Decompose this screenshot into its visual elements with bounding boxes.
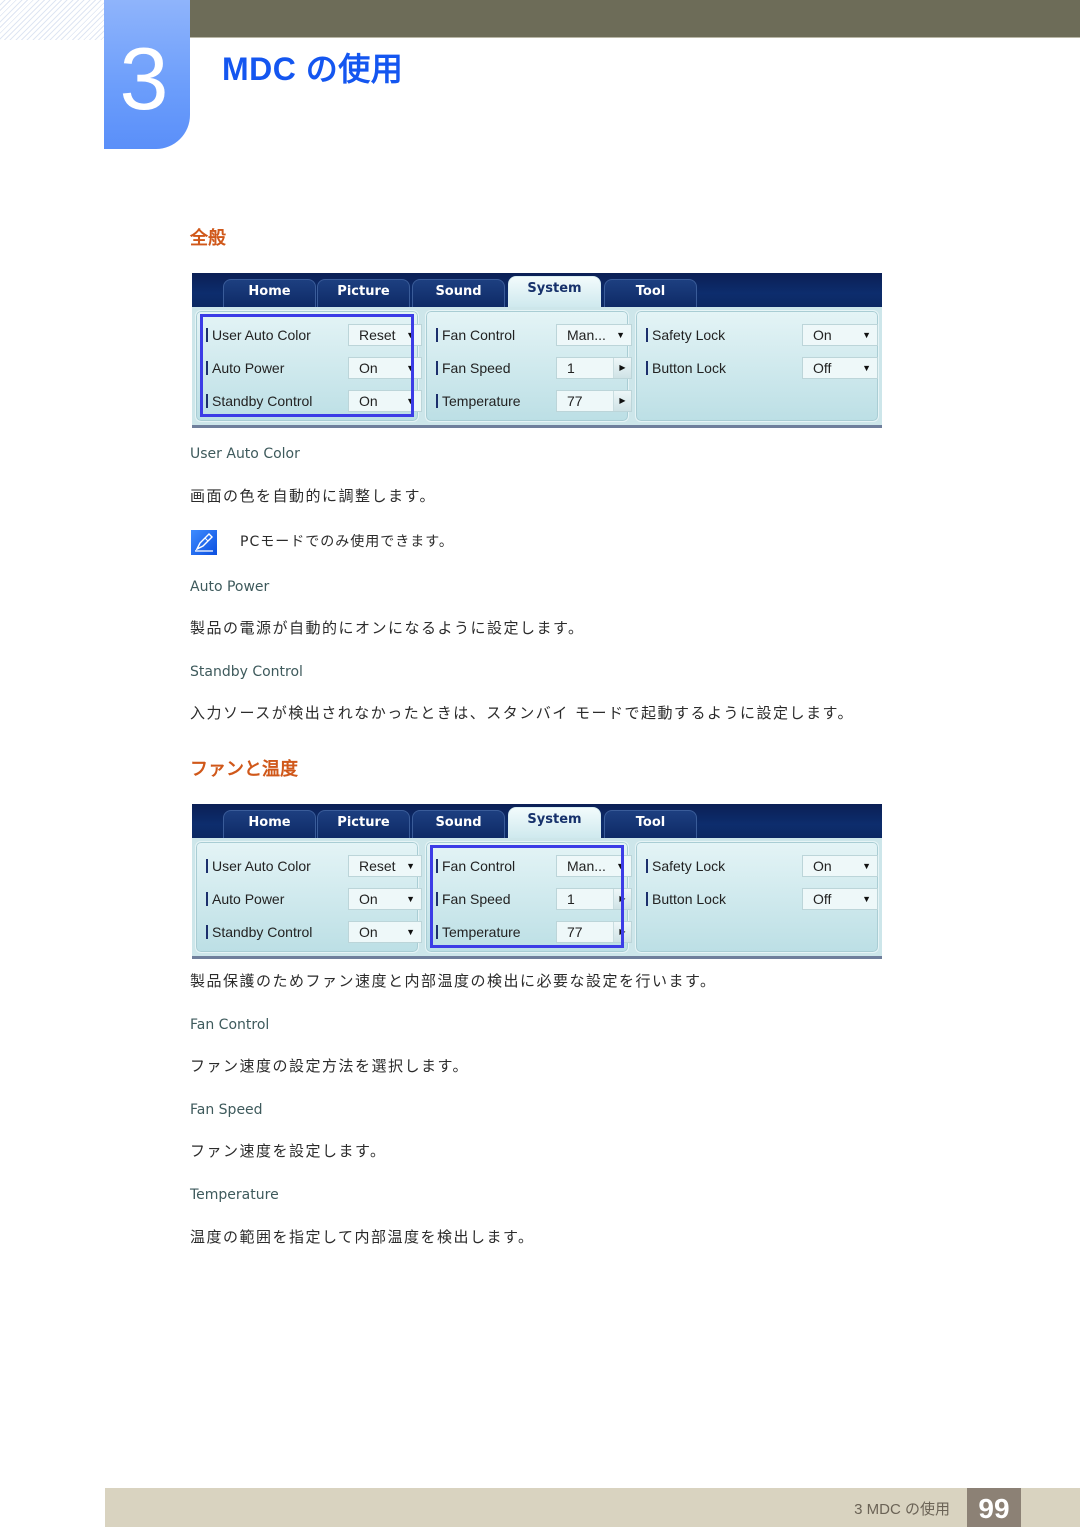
setting-label: Fan Control: [436, 324, 515, 346]
setting-value: Reset: [359, 858, 396, 874]
tab-picture[interactable]: Picture: [317, 279, 410, 307]
setting-row: Safety Lock On ▼: [646, 855, 888, 877]
tab-bar: Home Picture Sound System Tool: [192, 804, 882, 838]
setting-dropdown[interactable]: Man... ▼: [556, 324, 632, 346]
tab-sound[interactable]: Sound: [412, 279, 505, 307]
tab-home[interactable]: Home: [223, 279, 316, 307]
setting-row: Safety Lock On ▼: [646, 324, 888, 346]
setting-dropdown[interactable]: Off ▼: [802, 888, 878, 910]
setting-value: Off: [813, 891, 832, 907]
setting-value: On: [813, 858, 832, 874]
item-heading: User Auto Color: [190, 446, 300, 462]
panel-bottom-border: [192, 956, 882, 959]
page-number: 99: [967, 1488, 1021, 1527]
mdc-system-panel: Home Picture Sound System Tool User Auto Colo…: [192, 804, 882, 959]
item-heading: Standby Control: [190, 664, 303, 680]
item-heading: Fan Control: [190, 1017, 270, 1033]
item-heading: Fan Speed: [190, 1102, 263, 1118]
chevron-down-icon: ▼: [616, 330, 625, 340]
setting-dropdown[interactable]: On ▼: [802, 324, 878, 346]
tab-picture[interactable]: Picture: [317, 810, 410, 838]
settings-group-middle: Fan Control Man... ▼ Fan Speed 1 ▶ Temperature…: [425, 310, 632, 422]
note-pencil-icon: [191, 530, 217, 555]
setting-value: On: [359, 924, 378, 940]
settings-group-right: Safety Lock On ▼ Button Lock Off ▼: [635, 310, 879, 422]
section-intro: 製品保護のためファン速度と内部温度の検出に必要な設定を行います。: [190, 972, 717, 990]
setting-label: Fan Speed: [436, 357, 511, 379]
footer-chapter-label: 3 MDC の使用: [854, 1501, 950, 1518]
setting-row: User Auto Color Reset ▼: [206, 855, 428, 877]
setting-spinner[interactable]: 77 ▶: [556, 390, 632, 412]
mdc-system-panel: Home Picture Sound System Tool User Auto Colo…: [192, 273, 882, 428]
setting-row: Auto Power On ▼: [206, 888, 428, 910]
header-bar: [190, 0, 1080, 38]
tab-system[interactable]: System: [508, 276, 601, 307]
setting-label: Button Lock: [646, 888, 726, 910]
tab-tool[interactable]: Tool: [604, 279, 697, 307]
chevron-down-icon: ▼: [862, 894, 871, 904]
item-heading: Temperature: [190, 1187, 279, 1203]
tab-bar: Home Picture Sound System Tool: [192, 273, 882, 307]
setting-dropdown[interactable]: Off ▼: [802, 357, 878, 379]
tab-sound[interactable]: Sound: [412, 810, 505, 838]
item-description: 入力ソースが検出されなかったときは、スタンバイ モードで起動するように設定します…: [190, 704, 855, 722]
setting-label: Button Lock: [646, 357, 726, 379]
setting-value: Off: [813, 360, 832, 376]
chevron-down-icon: ▼: [862, 861, 871, 871]
setting-value: Man...: [567, 327, 606, 343]
item-description: ファン速度を設定します。: [190, 1142, 387, 1160]
section-title-general: 全般: [190, 228, 226, 249]
setting-value: On: [359, 891, 378, 907]
setting-dropdown[interactable]: On ▼: [348, 888, 422, 910]
setting-dropdown[interactable]: Reset ▼: [348, 855, 422, 877]
setting-label: Auto Power: [206, 888, 284, 910]
tab-tool[interactable]: Tool: [604, 810, 697, 838]
item-description: ファン速度の設定方法を選択します。: [190, 1057, 470, 1075]
settings-group-right: Safety Lock On ▼ Button Lock Off ▼: [635, 841, 879, 953]
section-title-fan-temperature: ファンと温度: [190, 759, 298, 780]
item-description: 製品の電源が自動的にオンになるように設定します。: [190, 619, 585, 637]
panel-bottom-border: [192, 425, 882, 428]
setting-row: Button Lock Off ▼: [646, 357, 888, 379]
chevron-down-icon: ▼: [862, 363, 871, 373]
chapter-tab: 3: [104, 0, 190, 149]
chapter-number: 3: [119, 29, 169, 128]
setting-label: Safety Lock: [646, 324, 725, 346]
setting-row: Standby Control On ▼: [206, 921, 428, 943]
setting-row: Temperature 77 ▶: [436, 390, 638, 412]
setting-dropdown[interactable]: On ▼: [802, 855, 878, 877]
settings-group-left: User Auto Color Reset ▼ Auto Power On ▼ Standb…: [195, 841, 422, 953]
header-hatch-decoration: [0, 0, 104, 40]
tab-system[interactable]: System: [508, 807, 601, 838]
chevron-down-icon: ▼: [862, 330, 871, 340]
setting-spinner[interactable]: 1 ▶: [556, 357, 632, 379]
item-description: 温度の範囲を指定して内部温度を検出します。: [190, 1228, 535, 1246]
note-text: PCモードでのみ使用できます。: [240, 534, 454, 550]
setting-row: Fan Speed 1 ▶: [436, 357, 638, 379]
setting-label: Standby Control: [206, 921, 312, 943]
setting-label: User Auto Color: [206, 855, 311, 877]
highlight-box: [200, 314, 414, 417]
chevron-down-icon: ▼: [406, 861, 415, 871]
highlight-box: [430, 845, 624, 948]
chapter-title: MDC の使用: [222, 51, 404, 87]
arrow-right-icon[interactable]: ▶: [613, 358, 631, 378]
item-heading: Auto Power: [190, 579, 270, 595]
item-description: 画面の色を自動的に調整します。: [190, 487, 437, 505]
arrow-right-icon[interactable]: ▶: [613, 391, 631, 411]
setting-value: On: [813, 327, 832, 343]
setting-value: 1: [567, 360, 575, 376]
footer-bar: 3 MDC の使用: [105, 1488, 1080, 1527]
chevron-down-icon: ▼: [406, 927, 415, 937]
tab-home[interactable]: Home: [223, 810, 316, 838]
chevron-down-icon: ▼: [406, 894, 415, 904]
setting-label: Temperature: [436, 390, 521, 412]
setting-row: Button Lock Off ▼: [646, 888, 888, 910]
setting-label: Safety Lock: [646, 855, 725, 877]
setting-row: Fan Control Man... ▼: [436, 324, 638, 346]
setting-dropdown[interactable]: On ▼: [348, 921, 422, 943]
setting-value: 77: [567, 393, 583, 409]
